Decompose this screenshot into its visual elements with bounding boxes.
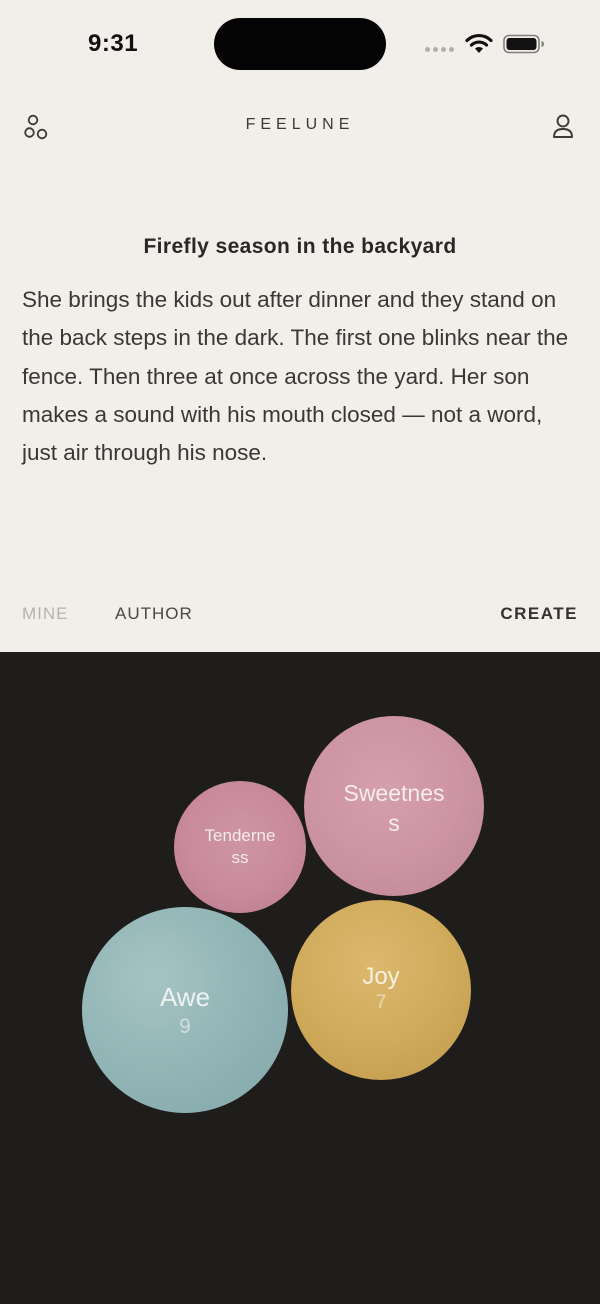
- wifi-icon: [465, 33, 493, 53]
- emotion-label-line: Sweetnes: [343, 780, 445, 806]
- story-body: She brings the kids out after dinner and…: [22, 287, 569, 466]
- emotion-bubble-joy[interactable]: Joy 7: [291, 900, 471, 1080]
- emotion-label-line: ss: [231, 848, 249, 867]
- status-bar: 9:31: [0, 0, 600, 90]
- dynamic-island: [214, 18, 386, 70]
- emotion-label: Awe: [159, 982, 211, 1012]
- emotion-label-line: Tenderne: [204, 826, 276, 845]
- emotion-bubbles-panel: Tenderne ss Sweetnes s Awe 9 Joy 7: [0, 652, 600, 1304]
- tab-author[interactable]: AUTHOR: [115, 604, 193, 624]
- battery-icon: [503, 34, 544, 54]
- emotion-label: Tenderne ss: [174, 825, 306, 869]
- emotion-bubble-tenderness[interactable]: Tenderne ss: [174, 781, 306, 913]
- cellular-signal-icon: [425, 47, 457, 53]
- emotion-label-line: s: [388, 810, 400, 836]
- app-header: FEELUNE: [0, 100, 600, 154]
- emotion-label: Sweetnes s: [304, 778, 484, 838]
- tab-bar: MINE AUTHOR CREATE: [0, 598, 600, 632]
- create-button[interactable]: CREATE: [500, 604, 578, 624]
- emotion-bubble-awe[interactable]: Awe 9: [82, 907, 288, 1113]
- app-brand-title: FEELUNE: [245, 116, 355, 133]
- emotion-label: Joy: [362, 963, 400, 990]
- status-time: 9:31: [88, 30, 139, 57]
- profile-icon[interactable]: [549, 112, 579, 142]
- story-title: Firefly season in the backyard: [143, 235, 457, 258]
- tab-mine[interactable]: MINE: [22, 604, 69, 624]
- emotion-count: 7: [375, 992, 387, 1013]
- emotion-bubble-sweetness[interactable]: Sweetnes s: [304, 716, 484, 896]
- emotion-count: 9: [179, 1015, 191, 1038]
